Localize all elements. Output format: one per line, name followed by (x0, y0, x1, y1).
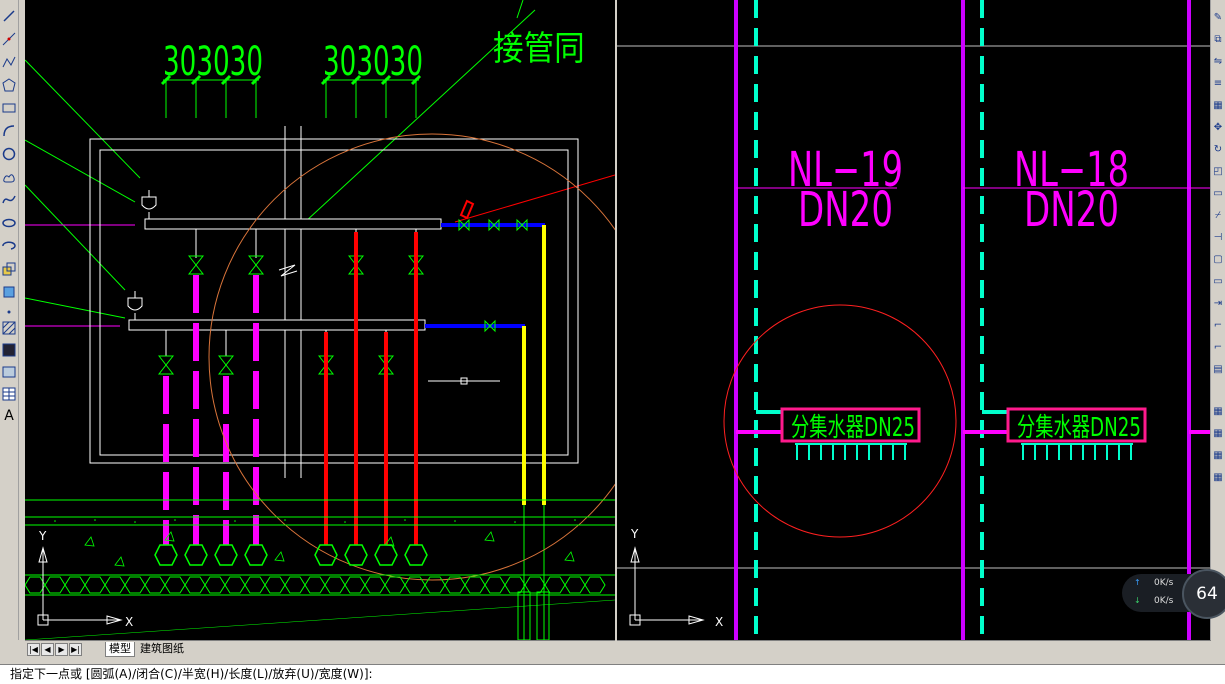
draw-toolbar: A (0, 0, 19, 640)
svg-text:X: X (125, 615, 133, 629)
make-block-icon[interactable] (1, 284, 17, 300)
trim-icon[interactable]: ⌿ (1211, 208, 1225, 222)
tab-last-button[interactable]: ▶| (69, 643, 82, 656)
viewport-right[interactable]: NL−19 DN20 NL−18 DN20 分集水器DN25 分集水器DN25 … (617, 0, 1211, 640)
hatch-icon[interactable] (1, 320, 17, 336)
construction-line-icon[interactable] (1, 31, 17, 47)
tab-model[interactable]: 模型 (105, 642, 135, 657)
tab-next-button[interactable]: ▶ (55, 643, 68, 656)
modify-toolbar: ✎ ⧉ ⇋ ≡ ▦ ✥ ↻ ◰ ▭ ⌿ ⊣ ▢ ▭ ⇥ ⌐ ⌐ ▤ ▦ ▦ ▦ … (1210, 0, 1225, 640)
revcloud-icon[interactable] (1, 169, 17, 185)
erase-icon[interactable]: ✎ (1211, 10, 1225, 24)
join-icon[interactable]: ▭ (1211, 274, 1225, 288)
fillet-icon[interactable]: ⌐ (1211, 318, 1225, 332)
viewport-left[interactable]: 接管同 303030 303030 Y X (25, 0, 615, 640)
gradient-icon[interactable] (1, 342, 17, 358)
rectangle-icon[interactable] (1, 100, 17, 116)
copy-icon[interactable]: ⧉ (1211, 32, 1225, 46)
svg-text:Y: Y (630, 527, 639, 541)
download-speed: 0K/s (1154, 596, 1174, 606)
annotation-text: 接管同 (493, 28, 585, 68)
break-icon[interactable]: ▢ (1211, 252, 1225, 266)
manifold-b: 分集水器DN25 (963, 407, 1147, 460)
polygon-icon[interactable] (1, 77, 17, 93)
point-icon[interactable] (1, 304, 17, 320)
explode-icon[interactable]: ⌐ (1211, 340, 1225, 354)
line-icon[interactable] (1, 8, 17, 24)
svg-text:Y: Y (38, 529, 47, 543)
chamfer-icon[interactable]: ⇥ (1211, 296, 1225, 310)
command-line[interactable]: 指定下一点或 [圆弧(A)/闭合(C)/半宽(H)/长度(L)/放弃(U)/宽度… (0, 664, 1225, 684)
hex-insulation (25, 576, 606, 594)
label-dn20-b: DN20 (1024, 182, 1119, 238)
layer-iso-icon[interactable]: ▦ (1211, 470, 1225, 484)
polyline-icon[interactable] (1, 54, 17, 70)
tab-layout[interactable]: 建筑图纸 (137, 642, 187, 656)
download-arrow-icon: ↓ (1134, 596, 1141, 605)
scale-icon[interactable]: ◰ (1211, 164, 1225, 178)
arc-icon[interactable] (1, 123, 17, 139)
array-icon[interactable]: ▦ (1211, 98, 1225, 112)
offset-icon[interactable]: ≡ (1211, 76, 1225, 90)
svg-text:303030: 303030 (323, 39, 423, 85)
extend-icon[interactable]: ⊣ (1211, 230, 1225, 244)
pipe-sections (154, 544, 428, 566)
layer-prev-icon[interactable]: ▦ (1211, 448, 1225, 462)
svg-text:303030: 303030 (163, 39, 263, 85)
tab-prev-button[interactable]: ◀ (41, 643, 54, 656)
right-drawing: NL−19 DN20 NL−18 DN20 分集水器DN25 分集水器DN25 … (617, 0, 1211, 640)
network-monitor-widget: ↑ 0K/s ↓ 0K/s 64 (1122, 569, 1225, 619)
circle-icon[interactable] (1, 146, 17, 162)
mtext-icon[interactable]: A (1, 408, 17, 424)
layer-icon[interactable]: ▦ (1211, 404, 1225, 418)
manifold-a: 分集水器DN25 (736, 407, 921, 460)
layer-state-icon[interactable]: ▦ (1211, 426, 1225, 440)
stretch-icon[interactable]: ▭ (1211, 186, 1225, 200)
dim-group-left: 303030 (160, 39, 263, 118)
svg-text:X: X (715, 615, 723, 629)
spline-icon[interactable] (1, 192, 17, 208)
ellipse-icon[interactable] (1, 215, 17, 231)
svg-text:分集水器DN25: 分集水器DN25 (791, 413, 915, 443)
move-icon[interactable]: ✥ (1211, 120, 1225, 134)
rotate-icon[interactable]: ↻ (1211, 142, 1225, 156)
cpu-gauge[interactable]: 64 (1182, 569, 1225, 619)
insert-block-icon[interactable] (1, 261, 17, 277)
svg-text:分集水器DN25: 分集水器DN25 (1017, 413, 1141, 443)
label-dn20-a: DN20 (798, 182, 893, 238)
left-drawing: 接管同 303030 303030 Y X (25, 0, 615, 640)
ellipse-arc-icon[interactable] (1, 238, 17, 254)
table-icon[interactable] (1, 386, 17, 402)
upload-speed: 0K/s (1154, 578, 1174, 588)
region-icon[interactable] (1, 364, 17, 380)
properties-icon[interactable]: ▤ (1211, 362, 1225, 376)
layout-tab-bar: |◀ ◀ ▶ ▶| 模型 建筑图纸 (25, 640, 615, 658)
mirror-icon[interactable]: ⇋ (1211, 54, 1225, 68)
dim-group-right: 303030 (320, 39, 423, 118)
upload-arrow-icon: ↑ (1134, 578, 1141, 587)
tab-first-button[interactable]: |◀ (27, 643, 40, 656)
horizontal-scrollbar[interactable] (617, 640, 1211, 658)
ucs-icon-right: Y X (629, 527, 723, 629)
